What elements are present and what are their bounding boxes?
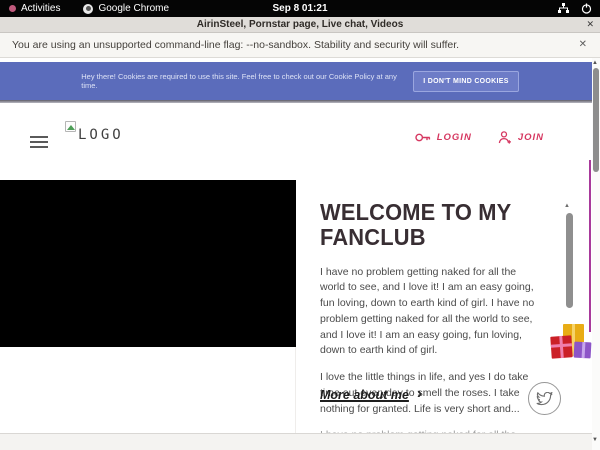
chrome-infobar: You are using an unsupported command-lin… (0, 33, 600, 58)
join-label: JOIN (518, 132, 544, 143)
column-divider (295, 347, 296, 433)
window-close-icon[interactable]: ✕ (586, 19, 594, 30)
window-title: AirinSteel, Pornstar page, Live chat, Vi… (197, 19, 404, 30)
site-logo[interactable]: LOGO (65, 121, 124, 143)
login-button[interactable]: LOGIN (415, 132, 472, 143)
broken-image-icon (65, 121, 76, 132)
screen: Activities Google Chrome Sep 8 01:21 (0, 0, 600, 450)
key-icon (415, 132, 431, 143)
bio-paragraph-1: I have no problem getting naked for all … (320, 265, 544, 360)
cookie-message: Hey there! Cookies are required to use t… (81, 72, 401, 90)
cookie-banner: Hey there! Cookies are required to use t… (0, 62, 600, 100)
welcome-heading: WELCOME TO MY FANCLUB (320, 200, 533, 251)
twitter-bird-icon (536, 392, 553, 406)
hamburger-menu-icon[interactable] (30, 136, 48, 151)
infobar-close-icon[interactable]: ✕ (579, 39, 587, 50)
gift-box-red-icon[interactable] (550, 335, 572, 358)
logo-alt-text: LOGO (78, 127, 124, 143)
more-about-me-link[interactable]: More about me › (320, 388, 422, 402)
add-user-icon (498, 131, 512, 144)
panel-scrollbar-thumb[interactable] (566, 213, 573, 308)
cookie-accept-button[interactable]: I DON'T MIND COOKIES (413, 71, 518, 92)
login-label: LOGIN (437, 132, 472, 143)
page-scroll-down-icon[interactable]: ▼ (592, 437, 598, 443)
network-icon[interactable] (558, 3, 569, 14)
page-scroll-up-icon[interactable]: ▲ (592, 60, 598, 66)
video-player[interactable] (0, 180, 296, 347)
page-scrollbar-thumb[interactable] (593, 68, 599, 172)
twitter-button[interactable] (528, 382, 561, 415)
panel-scroll-up-icon[interactable]: ▲ (564, 203, 570, 209)
chevron-right-icon: › (417, 386, 422, 402)
bottom-strip (0, 433, 600, 450)
infobar-message: You are using an unsupported command-lin… (12, 39, 459, 51)
gift-ribbon-line (589, 160, 591, 332)
welcome-panel: WELCOME TO MY FANCLUB I have no problem … (320, 200, 544, 445)
power-icon[interactable] (581, 3, 592, 14)
join-button[interactable]: JOIN (498, 131, 544, 144)
gift-box-purple-icon[interactable] (574, 342, 592, 359)
desktop-top-bar: Activities Google Chrome Sep 8 01:21 (0, 0, 600, 17)
site-header: LOGO LOGIN (0, 103, 592, 180)
window-titlebar[interactable]: AirinSteel, Pornstar page, Live chat, Vi… (0, 17, 600, 33)
clock[interactable]: Sep 8 01:21 (0, 3, 600, 14)
more-about-me-label: More about me (320, 388, 409, 402)
